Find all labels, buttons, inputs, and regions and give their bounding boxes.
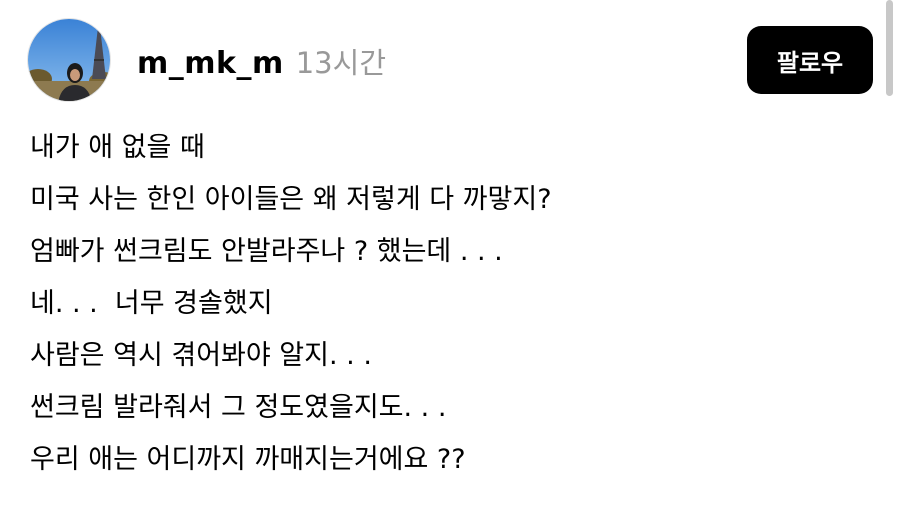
scrollbar[interactable] bbox=[886, 0, 893, 96]
post-text-line: 네. . . 너무 경솔했지 bbox=[30, 288, 273, 319]
post-text-line: 내가 애 없을 때 bbox=[30, 132, 205, 163]
timestamp: 13시간 bbox=[295, 46, 386, 80]
post: m_mk_m 13시간 팔로우 내가 애 없을 때 미국 사는 한인 아이들은 … bbox=[0, 0, 900, 505]
avatar[interactable] bbox=[27, 18, 111, 102]
post-text-line: 사람은 역시 겪어봐야 알지. . . bbox=[30, 340, 372, 371]
post-header: m_mk_m 13시간 bbox=[137, 40, 386, 81]
post-text-line: 우리 애는 어디까지 까매지는거에요 ?? bbox=[30, 444, 466, 475]
follow-button[interactable]: 팔로우 bbox=[747, 26, 873, 94]
post-body: 내가 애 없을 때 미국 사는 한인 아이들은 왜 저렇게 다 까맣지? 엄빠가… bbox=[30, 122, 870, 486]
username[interactable]: m_mk_m bbox=[137, 46, 284, 81]
post-text-line: 미국 사는 한인 아이들은 왜 저렇게 다 까맣지? bbox=[30, 184, 552, 215]
post-text-line: 엄빠가 썬크림도 안발라주나 ? 했는데 . . . bbox=[30, 236, 503, 267]
post-text-line: 썬크림 발라줘서 그 정도였을지도. . . bbox=[30, 392, 447, 423]
avatar-photo-icon bbox=[28, 19, 110, 101]
